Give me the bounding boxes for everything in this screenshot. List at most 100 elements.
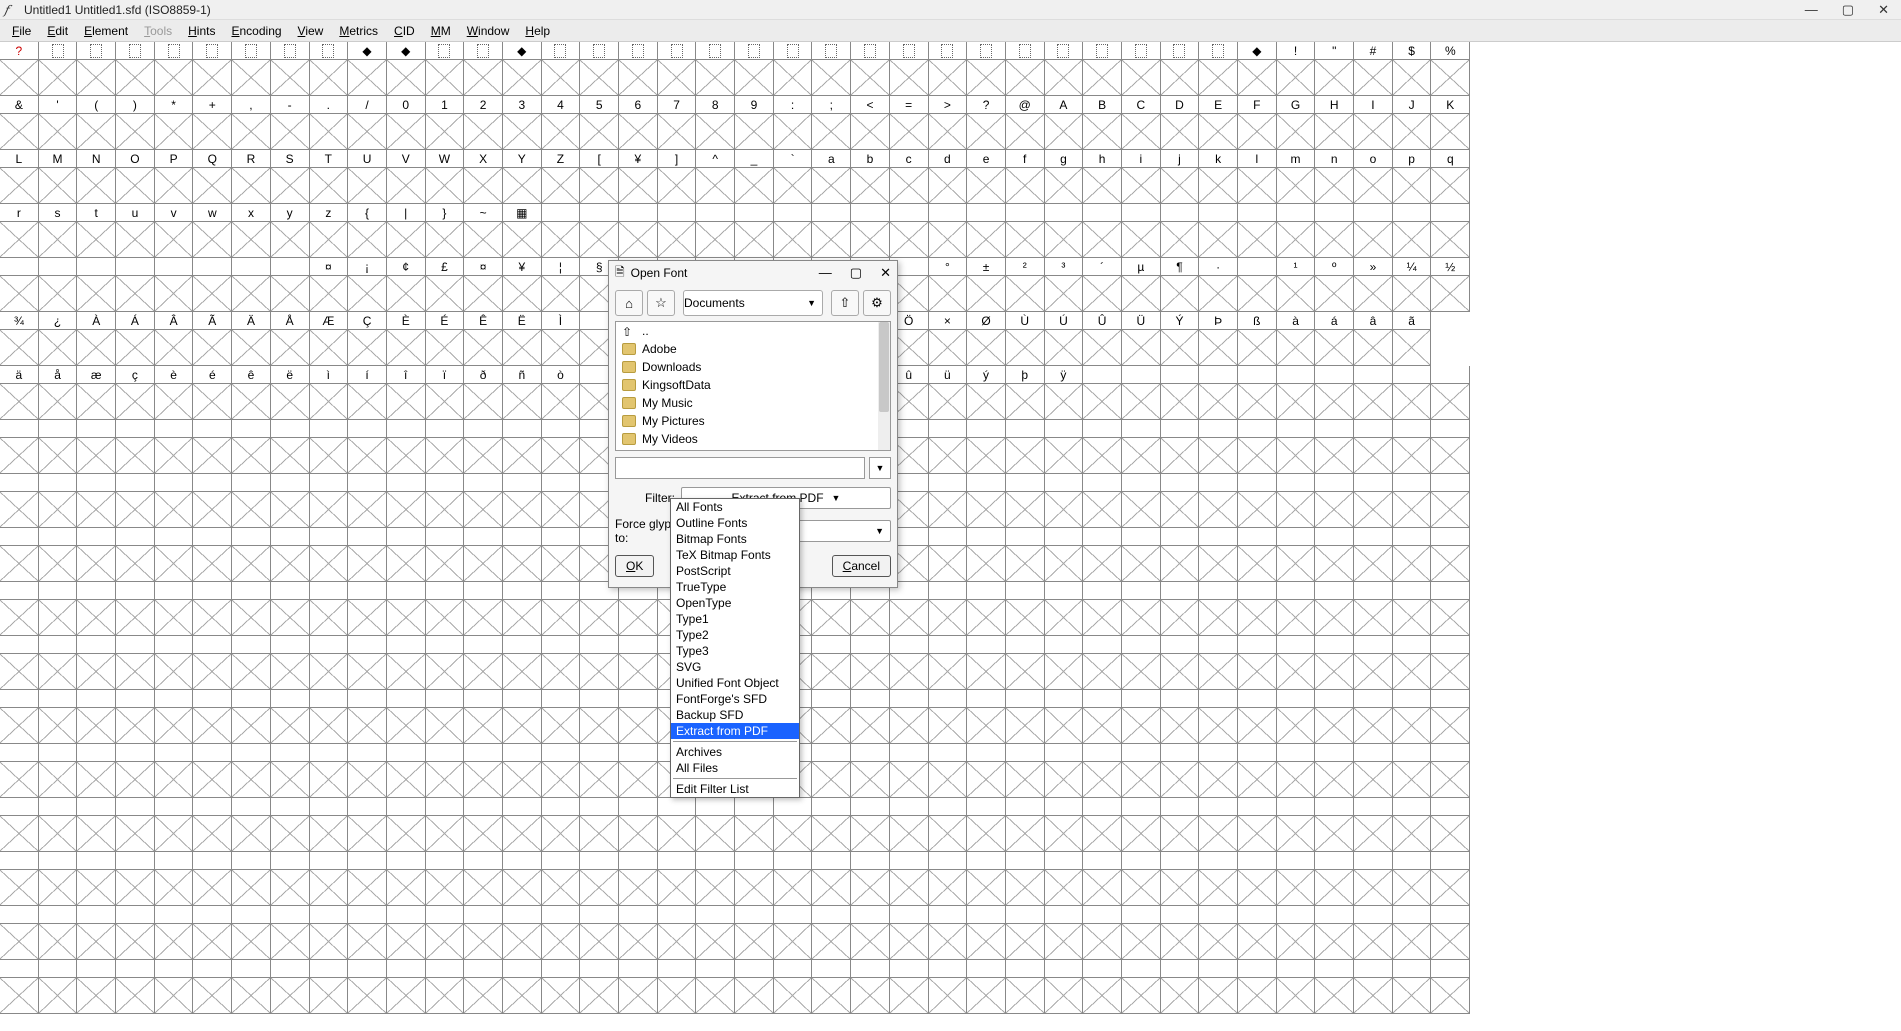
- ok-button[interactable]: OK: [615, 555, 654, 577]
- glyph-cell[interactable]: [464, 852, 503, 906]
- glyph-cell[interactable]: [1354, 204, 1393, 258]
- glyph-cell[interactable]: [1122, 744, 1161, 798]
- glyph-cell[interactable]: [503, 960, 542, 1014]
- glyph-cell[interactable]: <: [851, 96, 890, 150]
- glyph-cell[interactable]: [0, 528, 39, 582]
- glyph-cell[interactable]: [735, 906, 774, 960]
- glyph-cell[interactable]: [735, 960, 774, 1014]
- glyph-cell[interactable]: H: [1315, 96, 1354, 150]
- glyph-cell[interactable]: I: [1354, 96, 1393, 150]
- glyph-cell[interactable]: [1199, 852, 1238, 906]
- glyph-cell[interactable]: [193, 258, 232, 312]
- glyph-cell[interactable]: [1006, 42, 1045, 96]
- glyph-cell[interactable]: t: [77, 204, 116, 258]
- filter-option[interactable]: Type3: [671, 643, 799, 659]
- glyph-cell[interactable]: [1161, 474, 1200, 528]
- glyph-cell[interactable]: [232, 852, 271, 906]
- glyph-cell[interactable]: [1238, 690, 1277, 744]
- glyph-cell[interactable]: [929, 852, 968, 906]
- glyph-cell[interactable]: µ: [1122, 258, 1161, 312]
- glyph-cell[interactable]: [1161, 906, 1200, 960]
- glyph-cell[interactable]: [1083, 744, 1122, 798]
- glyph-cell[interactable]: [1277, 636, 1316, 690]
- glyph-cell[interactable]: ▦: [503, 204, 542, 258]
- glyph-cell[interactable]: ¦: [542, 258, 581, 312]
- dialog-close[interactable]: ✕: [880, 265, 891, 281]
- scrollbar-thumb[interactable]: [879, 322, 889, 412]
- glyph-cell[interactable]: [348, 528, 387, 582]
- glyph-cell[interactable]: [1277, 204, 1316, 258]
- glyph-cell[interactable]: [658, 906, 697, 960]
- glyph-cell[interactable]: n: [1315, 150, 1354, 204]
- filter-option[interactable]: Backup SFD: [671, 707, 799, 723]
- glyph-cell[interactable]: [39, 420, 78, 474]
- glyph-cell[interactable]: [503, 636, 542, 690]
- glyph-cell[interactable]: [774, 906, 813, 960]
- glyph-cell[interactable]: ±: [967, 258, 1006, 312]
- glyph-cell[interactable]: °: [929, 258, 968, 312]
- glyph-cell[interactable]: [812, 204, 851, 258]
- glyph-cell[interactable]: [348, 636, 387, 690]
- glyph-cell[interactable]: î: [387, 366, 426, 420]
- glyph-cell[interactable]: [155, 906, 194, 960]
- glyph-cell[interactable]: [580, 42, 619, 96]
- glyph-cell[interactable]: ²: [1006, 258, 1045, 312]
- glyph-cell[interactable]: [232, 420, 271, 474]
- glyph-cell[interactable]: ^: [696, 150, 735, 204]
- glyph-cell[interactable]: [155, 744, 194, 798]
- glyph-cell[interactable]: [348, 690, 387, 744]
- glyph-cell[interactable]: [464, 798, 503, 852]
- glyph-cell[interactable]: [542, 528, 581, 582]
- glyph-cell[interactable]: [1045, 420, 1084, 474]
- glyph-cell[interactable]: [155, 582, 194, 636]
- glyph-cell[interactable]: [464, 960, 503, 1014]
- filter-option[interactable]: PostScript: [671, 563, 799, 579]
- glyph-cell[interactable]: [851, 744, 890, 798]
- glyph-cell[interactable]: [310, 852, 349, 906]
- glyph-cell[interactable]: [503, 690, 542, 744]
- glyph-cell[interactable]: [193, 42, 232, 96]
- folder-item[interactable]: temp: [616, 448, 890, 451]
- glyph-cell[interactable]: [387, 528, 426, 582]
- glyph-cell[interactable]: M: [39, 150, 78, 204]
- glyph-cell[interactable]: [155, 474, 194, 528]
- glyph-cell[interactable]: ': [39, 96, 78, 150]
- glyph-cell[interactable]: [1354, 636, 1393, 690]
- glyph-cell[interactable]: â: [1354, 312, 1393, 366]
- glyph-cell[interactable]: 8: [696, 96, 735, 150]
- glyph-cell[interactable]: [1006, 474, 1045, 528]
- glyph-cell[interactable]: b: [851, 150, 890, 204]
- glyph-cell[interactable]: [851, 960, 890, 1014]
- glyph-cell[interactable]: [1045, 960, 1084, 1014]
- glyph-cell[interactable]: [1006, 690, 1045, 744]
- glyph-cell[interactable]: [39, 744, 78, 798]
- home-button[interactable]: ⌂: [615, 290, 643, 316]
- glyph-cell[interactable]: [812, 582, 851, 636]
- glyph-cell[interactable]: ð: [464, 366, 503, 420]
- filter-option[interactable]: Type1: [671, 611, 799, 627]
- glyph-cell[interactable]: [232, 258, 271, 312]
- glyph-cell[interactable]: [116, 852, 155, 906]
- glyph-cell[interactable]: [1199, 798, 1238, 852]
- glyph-cell[interactable]: [271, 636, 310, 690]
- glyph-cell[interactable]: ¤: [464, 258, 503, 312]
- glyph-cell[interactable]: [310, 960, 349, 1014]
- glyph-cell[interactable]: [39, 258, 78, 312]
- minimize-button[interactable]: —: [1805, 2, 1818, 18]
- glyph-cell[interactable]: =: [890, 96, 929, 150]
- glyph-cell[interactable]: [116, 474, 155, 528]
- glyph-cell[interactable]: [1122, 852, 1161, 906]
- glyph-cell[interactable]: [1045, 528, 1084, 582]
- glyph-cell[interactable]: p: [1393, 150, 1432, 204]
- glyph-cell[interactable]: [542, 690, 581, 744]
- glyph-cell[interactable]: Ø: [967, 312, 1006, 366]
- glyph-cell[interactable]: d: [929, 150, 968, 204]
- glyph-cell[interactable]: [426, 852, 465, 906]
- glyph-cell[interactable]: ,: [232, 96, 271, 150]
- glyph-cell[interactable]: [464, 906, 503, 960]
- glyph-cell[interactable]: [1393, 690, 1432, 744]
- glyph-cell[interactable]: [116, 960, 155, 1014]
- glyph-cell[interactable]: %: [1431, 42, 1470, 96]
- glyph-cell[interactable]: [1122, 528, 1161, 582]
- glyph-cell[interactable]: [696, 906, 735, 960]
